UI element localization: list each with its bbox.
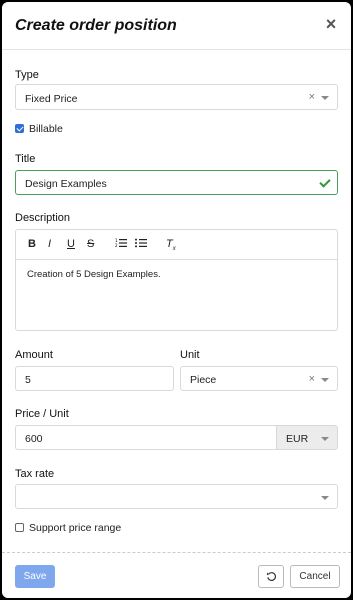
description-label: Description xyxy=(15,212,71,224)
close-icon[interactable]: × xyxy=(324,15,338,33)
unit-select-value: Piece xyxy=(190,374,217,386)
reset-button[interactable] xyxy=(258,565,284,588)
save-button[interactable]: Save xyxy=(15,565,55,588)
unit-label: Unit xyxy=(180,349,200,361)
create-order-position-dialog: Create order position × Type Fixed Price… xyxy=(2,2,351,598)
title-input-value: Design Examples xyxy=(25,178,107,190)
type-select[interactable]: Fixed Price × xyxy=(15,84,338,110)
reset-icon xyxy=(266,571,277,585)
editor-toolbar: B I U S 1 2 Tx xyxy=(16,230,337,260)
dialog-title: Create order position xyxy=(15,17,177,34)
chevron-down-icon[interactable] xyxy=(321,378,329,382)
tax-rate-label: Tax rate xyxy=(15,468,55,480)
chevron-down-icon[interactable] xyxy=(321,96,329,100)
tax-rate-select[interactable] xyxy=(15,484,338,509)
ordered-list-icon[interactable]: 1 2 xyxy=(115,238,127,251)
type-select-value: Fixed Price xyxy=(25,93,78,105)
description-content: Creation of 5 Design Examples. xyxy=(27,269,161,280)
clear-format-glyph: T xyxy=(166,238,173,250)
clear-unit-icon[interactable]: × xyxy=(309,373,315,385)
currency-select[interactable]: EUR xyxy=(276,425,338,450)
price-range-label: Support price range xyxy=(29,522,122,534)
unit-select[interactable]: Piece × xyxy=(180,366,338,391)
currency-select-value: EUR xyxy=(286,433,309,445)
cancel-button[interactable]: Cancel xyxy=(290,565,340,588)
price-range-checkbox[interactable] xyxy=(15,523,24,532)
price-input[interactable]: 600 xyxy=(15,425,277,450)
title-input[interactable]: Design Examples xyxy=(15,170,338,195)
amount-input-value: 5 xyxy=(25,374,31,386)
billable-checkbox[interactable] xyxy=(15,124,24,133)
bold-button[interactable]: B xyxy=(28,238,36,250)
price-input-value: 600 xyxy=(25,433,43,445)
chevron-down-icon[interactable] xyxy=(321,437,329,441)
billable-label: Billable xyxy=(29,123,63,135)
type-label: Type xyxy=(15,69,39,81)
dialog-header: Create order position × xyxy=(2,2,351,50)
amount-label: Amount xyxy=(15,349,53,361)
strike-button[interactable]: S xyxy=(87,238,94,250)
check-icon xyxy=(319,176,331,188)
italic-button[interactable]: I xyxy=(48,238,51,250)
svg-text:2: 2 xyxy=(115,243,118,248)
price-unit-label: Price / Unit xyxy=(15,408,69,420)
underline-button[interactable]: U xyxy=(67,238,75,250)
title-label: Title xyxy=(15,153,36,165)
chevron-down-icon[interactable] xyxy=(321,496,329,500)
clear-format-button[interactable]: Tx xyxy=(166,238,176,252)
amount-input[interactable]: 5 xyxy=(15,366,174,391)
dialog-footer: Save Cancel xyxy=(2,552,351,598)
bullet-list-icon[interactable] xyxy=(135,238,147,251)
clear-type-icon[interactable]: × xyxy=(309,91,315,103)
description-editor[interactable]: B I U S 1 2 Tx Creation of 5 Design Exam… xyxy=(15,229,338,331)
